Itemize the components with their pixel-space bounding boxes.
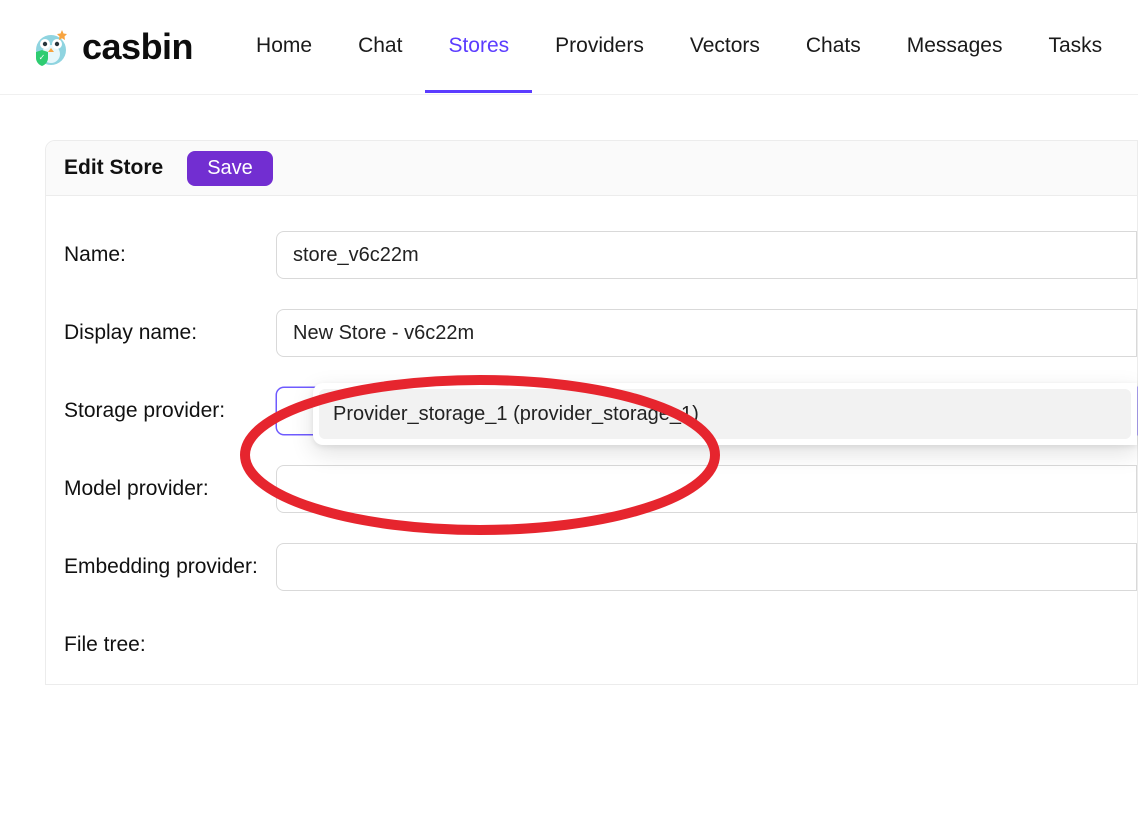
row-name: Name: <box>64 216 1137 294</box>
edit-store-card: Edit Store Save Name: Display name: Stor… <box>45 140 1138 685</box>
casbin-logo-icon: ✓ <box>30 26 72 68</box>
label-embedding-provider: Embedding provider: <box>64 555 276 579</box>
nav-chats[interactable]: Chats <box>783 1 884 93</box>
row-display-name: Display name: <box>64 294 1137 372</box>
name-input[interactable] <box>276 231 1137 279</box>
nav-links: Home Chat Stores Providers Vectors Chats… <box>233 1 1138 93</box>
row-file-tree: File tree: <box>64 606 1137 684</box>
nav-tasks[interactable]: Tasks <box>1025 1 1125 93</box>
storage-provider-dropdown: Provider_storage_1 (provider_storage_1) <box>313 383 1137 445</box>
nav-more-cut[interactable]: R <box>1125 1 1138 93</box>
nav-providers[interactable]: Providers <box>532 1 667 93</box>
label-name: Name: <box>64 243 276 267</box>
row-embedding-provider: Embedding provider: <box>64 528 1137 606</box>
nav-messages[interactable]: Messages <box>884 1 1026 93</box>
save-button[interactable]: Save <box>187 151 273 186</box>
embedding-provider-select[interactable] <box>276 543 1137 591</box>
nav-stores[interactable]: Stores <box>425 1 532 93</box>
row-model-provider: Model provider: <box>64 450 1137 528</box>
label-storage-provider: Storage provider: <box>64 399 276 423</box>
model-provider-select[interactable] <box>276 465 1137 513</box>
nav-chat[interactable]: Chat <box>335 1 425 93</box>
brand-name: casbin <box>82 26 193 68</box>
label-model-provider: Model provider: <box>64 477 276 501</box>
brand[interactable]: ✓ casbin <box>30 26 193 68</box>
label-display-name: Display name: <box>64 321 276 345</box>
card-header: Edit Store Save <box>46 141 1137 196</box>
nav-home[interactable]: Home <box>233 1 335 93</box>
top-nav: ✓ casbin Home Chat Stores Providers Vect… <box>0 0 1138 95</box>
display-name-input[interactable] <box>276 309 1137 357</box>
card-title: Edit Store <box>64 156 163 180</box>
dropdown-option-provider-storage-1[interactable]: Provider_storage_1 (provider_storage_1) <box>319 389 1131 439</box>
svg-text:✓: ✓ <box>39 53 46 62</box>
label-file-tree: File tree: <box>64 633 276 657</box>
nav-vectors[interactable]: Vectors <box>667 1 783 93</box>
